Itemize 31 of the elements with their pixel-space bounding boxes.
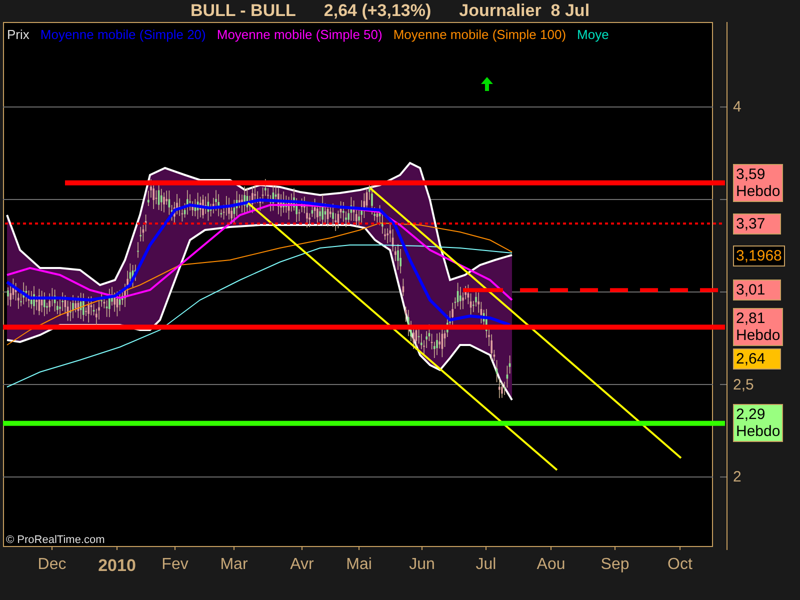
legend-item: Prix (7, 26, 30, 42)
axis-tick-label: Jun (409, 556, 435, 574)
period-text: Journalier 8 Jul (459, 1, 590, 21)
copyright-text: © ProRealTime.com (6, 534, 105, 546)
price-label: 3,01 (733, 280, 781, 301)
legend-item: Moyenne mobile (Simple 100) (393, 26, 566, 42)
axis-tick-label: Mar (220, 556, 248, 574)
axis-tick-label: Mai (346, 556, 372, 574)
axis-tick-label: 2010 (98, 556, 136, 576)
axis-tick-label: Jul (476, 556, 496, 574)
legend-item: Moyenne mobile (Simple 20) (40, 26, 206, 42)
price-label: 2,29 Hebdo (733, 404, 784, 442)
price-label: 2,81 Hebdo (733, 308, 784, 346)
axis-tick-label: Avr (290, 556, 314, 574)
price-label: 3,59 Hebdo (733, 164, 784, 202)
axis-tick-label: Oct (668, 556, 692, 574)
legend-item: Moye (577, 26, 609, 42)
axis-tick-label: 2 (733, 468, 742, 486)
legend-item: Moyenne mobile (Simple 50) (216, 26, 382, 42)
price-label: 3,37 (733, 213, 781, 234)
axis-tick-label: 4 (733, 98, 742, 116)
up-arrow-icon (481, 77, 493, 91)
price-label: 3,1968 (733, 245, 785, 266)
quote-text: 2,64 (+3,13%) (324, 1, 432, 21)
axis-tick-label: Fev (162, 556, 188, 574)
axis-tick-label: 2,5 (733, 376, 754, 393)
symbol-title: BULL - BULL (190, 1, 296, 21)
axis-tick-label: Dec (38, 556, 66, 574)
axis-tick-label: Aou (536, 556, 566, 574)
axis-tick-label: Sep (600, 556, 630, 574)
price-label: 2,64 (733, 348, 781, 370)
